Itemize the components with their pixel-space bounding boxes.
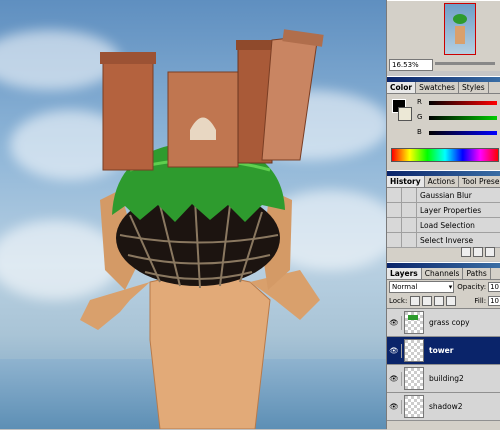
tab-layers[interactable]: Layers bbox=[387, 268, 422, 279]
lock-all-icon[interactable] bbox=[446, 296, 457, 306]
tab-tool-presets[interactable]: Tool Prese bbox=[459, 176, 500, 187]
history-item[interactable]: Select Inverse bbox=[387, 233, 500, 248]
history-item[interactable]: Load Selection bbox=[387, 218, 500, 233]
channel-r-label: R bbox=[417, 98, 422, 106]
lock-label: Lock: bbox=[389, 297, 408, 305]
eye-icon[interactable]: 👁 bbox=[387, 315, 402, 330]
blue-slider[interactable] bbox=[429, 131, 497, 135]
zoom-slider[interactable] bbox=[435, 62, 495, 65]
lock-move-icon[interactable] bbox=[434, 296, 445, 306]
eye-icon[interactable]: 👁 bbox=[387, 399, 402, 414]
fill-label: Fill: bbox=[474, 297, 487, 305]
eye-icon[interactable]: 👁 bbox=[387, 371, 402, 386]
color-spectrum-bar[interactable] bbox=[391, 148, 499, 162]
figure-torso bbox=[149, 275, 271, 429]
channel-b-label: B bbox=[417, 128, 422, 136]
tab-styles[interactable]: Styles bbox=[459, 82, 489, 93]
chevron-down-icon: ▾ bbox=[448, 283, 453, 291]
layer-row[interactable]: 👁 shadow2 bbox=[387, 393, 500, 421]
opacity-label: Opacity: bbox=[457, 283, 487, 291]
green-slider[interactable] bbox=[429, 116, 497, 120]
tab-actions[interactable]: Actions bbox=[425, 176, 460, 187]
color-panel: Color Swatches Styles R G B bbox=[387, 76, 500, 171]
tab-channels[interactable]: Channels bbox=[422, 268, 464, 279]
new-snapshot-icon[interactable] bbox=[461, 247, 471, 257]
collage-artwork bbox=[80, 29, 324, 429]
lock-paint-icon[interactable] bbox=[422, 296, 433, 306]
layers-panel: Layers Channels Paths Normal ▾ Opacity: … bbox=[387, 262, 500, 430]
layer-row[interactable]: 👁 tower bbox=[387, 337, 500, 365]
zoom-field[interactable]: 16.53% bbox=[389, 59, 433, 71]
palettes-column: 16.53% Color Swatches Styles R G B Histo… bbox=[386, 0, 500, 430]
tab-paths[interactable]: Paths bbox=[463, 268, 491, 279]
tower-leaning bbox=[261, 34, 319, 161]
navigator-thumbnail[interactable] bbox=[444, 3, 476, 55]
navigator-panel: 16.53% bbox=[387, 0, 500, 71]
figure-arm-left bbox=[80, 282, 150, 330]
tower-left bbox=[102, 59, 154, 171]
tab-color[interactable]: Color bbox=[387, 82, 417, 93]
history-item[interactable]: Gaussian Blur bbox=[387, 188, 500, 203]
layer-row[interactable]: 👁 building2 bbox=[387, 365, 500, 393]
blend-mode-select[interactable]: Normal ▾ bbox=[389, 281, 455, 293]
new-document-icon[interactable] bbox=[473, 247, 483, 257]
opacity-field[interactable]: 10 bbox=[488, 282, 500, 292]
trash-icon[interactable] bbox=[485, 247, 495, 257]
tab-history[interactable]: History bbox=[387, 176, 425, 187]
fill-field[interactable]: 10 bbox=[488, 296, 500, 306]
document-canvas[interactable] bbox=[0, 0, 386, 429]
history-item[interactable]: Layer Properties bbox=[387, 203, 500, 218]
eye-icon[interactable]: 👁 bbox=[387, 343, 402, 358]
layer-row[interactable]: 👁 grass copy bbox=[387, 309, 500, 337]
history-panel: History Actions Tool Prese Gaussian Blur… bbox=[387, 170, 500, 261]
tab-swatches[interactable]: Swatches bbox=[416, 82, 459, 93]
background-color-swatch[interactable] bbox=[398, 107, 412, 121]
lock-transparency-icon[interactable] bbox=[410, 296, 421, 306]
channel-g-label: G bbox=[417, 113, 423, 121]
red-slider[interactable] bbox=[429, 101, 497, 105]
